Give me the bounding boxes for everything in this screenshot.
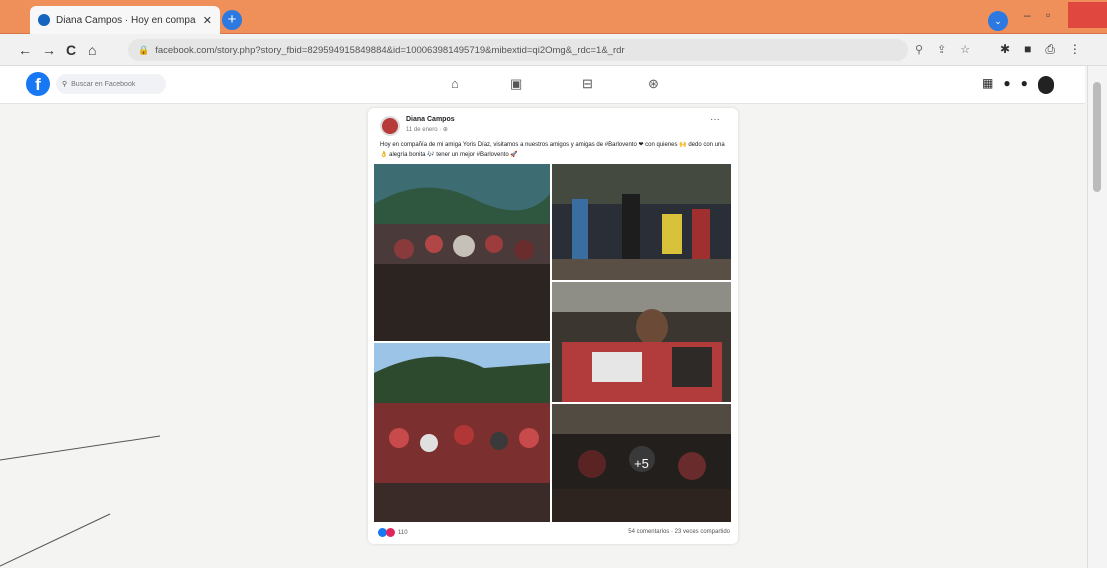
forward-button[interactable]: → — [42, 42, 56, 58]
post-footer: 110 54 comentarios · 23 veces compartido — [376, 526, 732, 540]
maximize-button[interactable]: ▫ — [1046, 8, 1050, 22]
marketplace-icon[interactable]: ⊟ — [582, 76, 593, 92]
printer-icon[interactable]: ⎙ — [1045, 42, 1055, 57]
post-date[interactable]: 11 de enero · ⊕ — [406, 126, 448, 133]
facebook-logo-icon[interactable]: f — [26, 72, 50, 96]
search-icon: ⚲ — [62, 81, 68, 88]
window-close-button[interactable] — [1068, 2, 1107, 28]
account-avatar[interactable] — [1037, 76, 1054, 94]
tab-close-icon[interactable]: ✕ — [203, 14, 212, 27]
post-text: Hoy en compañía de mi amiga Yoris Díaz, … — [380, 142, 725, 158]
zoom-icon[interactable]: ⚲ — [915, 43, 923, 56]
post-options-icon[interactable]: ··· — [710, 114, 720, 125]
sidebar-icon[interactable]: ■ — [1024, 42, 1031, 57]
love-reaction-icon — [386, 528, 395, 537]
facebook-header: f ⚲ ⌂ ▣ ⊟ ⊛ ▦ ● ● — [0, 66, 1085, 104]
address-bar[interactable]: 🔒 facebook.com/story.php?story_fbid=8295… — [128, 39, 908, 61]
reload-button[interactable]: C — [66, 42, 76, 58]
url-text: facebook.com/story.php?story_fbid=829594… — [155, 44, 625, 56]
more-photos-overlay[interactable]: +5 — [552, 404, 731, 522]
post-photo-1[interactable] — [374, 164, 550, 341]
facebook-header-right: ▦ ● ● — [982, 76, 1054, 94]
minimize-button[interactable]: – — [1024, 8, 1031, 22]
photo-grid: +5 — [374, 164, 731, 522]
address-bar-actions: ⚲ ⇪ ☆ — [915, 43, 970, 56]
comments-shares-count[interactable]: 54 comentarios · 23 veces compartido — [628, 529, 730, 535]
post-photo-4[interactable] — [374, 343, 550, 522]
post-photo-3[interactable] — [552, 282, 731, 402]
scan-annotation-lines — [0, 435, 161, 567]
extension-icons: ✱ ■ ⎙ ⋮ — [1000, 42, 1081, 57]
extensions-icon[interactable]: ✱ — [1000, 42, 1010, 57]
reaction-count: 110 — [398, 529, 408, 536]
bookmark-star-icon[interactable]: ☆ — [960, 43, 970, 56]
home-icon[interactable]: ⌂ — [451, 76, 459, 91]
messenger-icon[interactable]: ● — [1003, 76, 1010, 94]
browser-tab[interactable]: Diana Campos · Hoy en compa ✕ — [30, 6, 220, 34]
browser-titlebar: Diana Campos · Hoy en compa ✕ + ⌄ – ▫ — [0, 0, 1107, 34]
post-photo-5[interactable]: +5 — [552, 404, 731, 522]
facebook-search[interactable]: ⚲ — [56, 74, 166, 94]
new-tab-button[interactable]: + — [222, 10, 242, 30]
notifications-bell-icon[interactable]: ● — [1021, 76, 1028, 94]
back-button[interactable]: ← — [18, 42, 32, 58]
author-avatar[interactable] — [380, 116, 400, 136]
page-scrollbar[interactable] — [1087, 66, 1107, 568]
search-input[interactable] — [71, 80, 152, 88]
share-icon[interactable]: ⇪ — [937, 43, 946, 56]
reactions-summary[interactable]: 110 — [378, 528, 408, 537]
groups-icon[interactable]: ⊛ — [648, 76, 659, 92]
browser-toolbar: ← → C ⌂ 🔒 facebook.com/story.php?story_f… — [0, 34, 1107, 66]
facebook-post: Diana Campos 11 de enero · ⊕ ··· Hoy en … — [368, 108, 738, 544]
facebook-favicon-icon — [38, 14, 50, 26]
menu-kebab-icon[interactable]: ⋮ — [1069, 42, 1081, 57]
browser-profile-icon[interactable]: ⌄ — [988, 11, 1008, 31]
lock-icon: 🔒 — [138, 44, 150, 55]
tab-title: Diana Campos · Hoy en compa — [56, 14, 196, 26]
scrollbar-thumb[interactable] — [1093, 82, 1101, 192]
watch-icon[interactable]: ▣ — [510, 76, 522, 92]
post-photo-2[interactable] — [552, 164, 731, 280]
home-button[interactable]: ⌂ — [88, 42, 96, 58]
post-author[interactable]: Diana Campos — [406, 116, 455, 123]
menu-grid-icon[interactable]: ▦ — [982, 76, 993, 94]
